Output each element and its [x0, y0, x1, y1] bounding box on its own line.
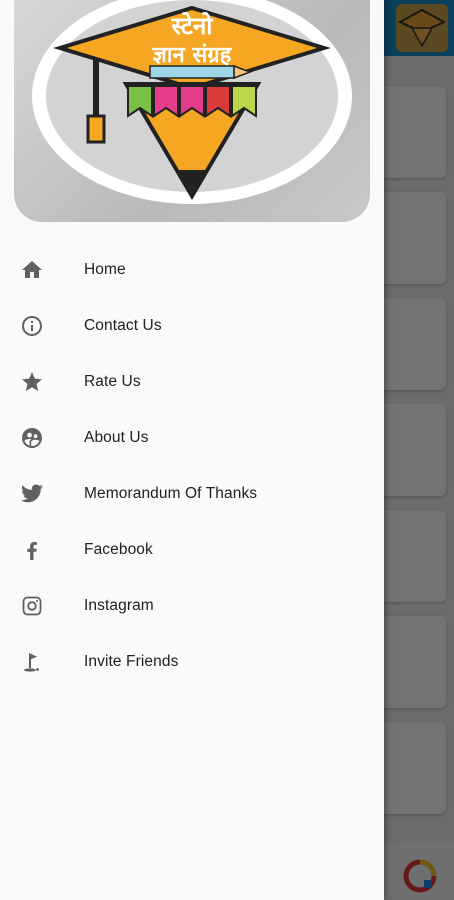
instagram-icon [20, 594, 44, 618]
twitter-bird-icon [20, 482, 44, 506]
drawer-header: स्टेनो ज्ञान संग्रह [14, 0, 370, 222]
star-icon [20, 370, 44, 394]
menu-item-memorandum-of-thanks[interactable]: Memorandum Of Thanks [0, 466, 384, 522]
menu-item-label: Facebook [84, 541, 153, 558]
menu-item-contact-us[interactable]: Contact Us [0, 298, 384, 354]
graduation-cap-pencil-logo: स्टेनो ज्ञान संग्रह [32, 0, 352, 204]
menu-item-label: Rate Us [84, 373, 141, 390]
menu-item-label: Instagram [84, 597, 154, 614]
menu-item-facebook[interactable]: Facebook [0, 522, 384, 578]
menu-item-label: Invite Friends [84, 653, 179, 670]
menu-item-instagram[interactable]: Instagram [0, 578, 384, 634]
logo-title-line1: स्टेनो [171, 12, 214, 40]
group-icon [20, 426, 44, 450]
menu-item-label: Home [84, 261, 126, 278]
golf-flag-icon [20, 650, 44, 674]
menu-item-home[interactable]: Home [0, 242, 384, 298]
logo-title-line2: ज्ञान संग्रह [152, 43, 233, 68]
menu-item-label: Memorandum Of Thanks [84, 485, 258, 502]
home-icon [20, 258, 44, 282]
drawer-menu: Home Contact Us Rate Us About Us Memoran… [0, 242, 384, 690]
menu-item-label: About Us [84, 429, 149, 446]
info-icon [20, 314, 44, 338]
menu-item-rate-us[interactable]: Rate Us [0, 354, 384, 410]
menu-item-invite-friends[interactable]: Invite Friends [0, 634, 384, 690]
navigation-drawer: स्टेनो ज्ञान संग्रह Home Contact Us Rate… [0, 0, 384, 900]
menu-item-label: Contact Us [84, 317, 162, 334]
facebook-icon [20, 538, 44, 562]
menu-item-about-us[interactable]: About Us [0, 410, 384, 466]
